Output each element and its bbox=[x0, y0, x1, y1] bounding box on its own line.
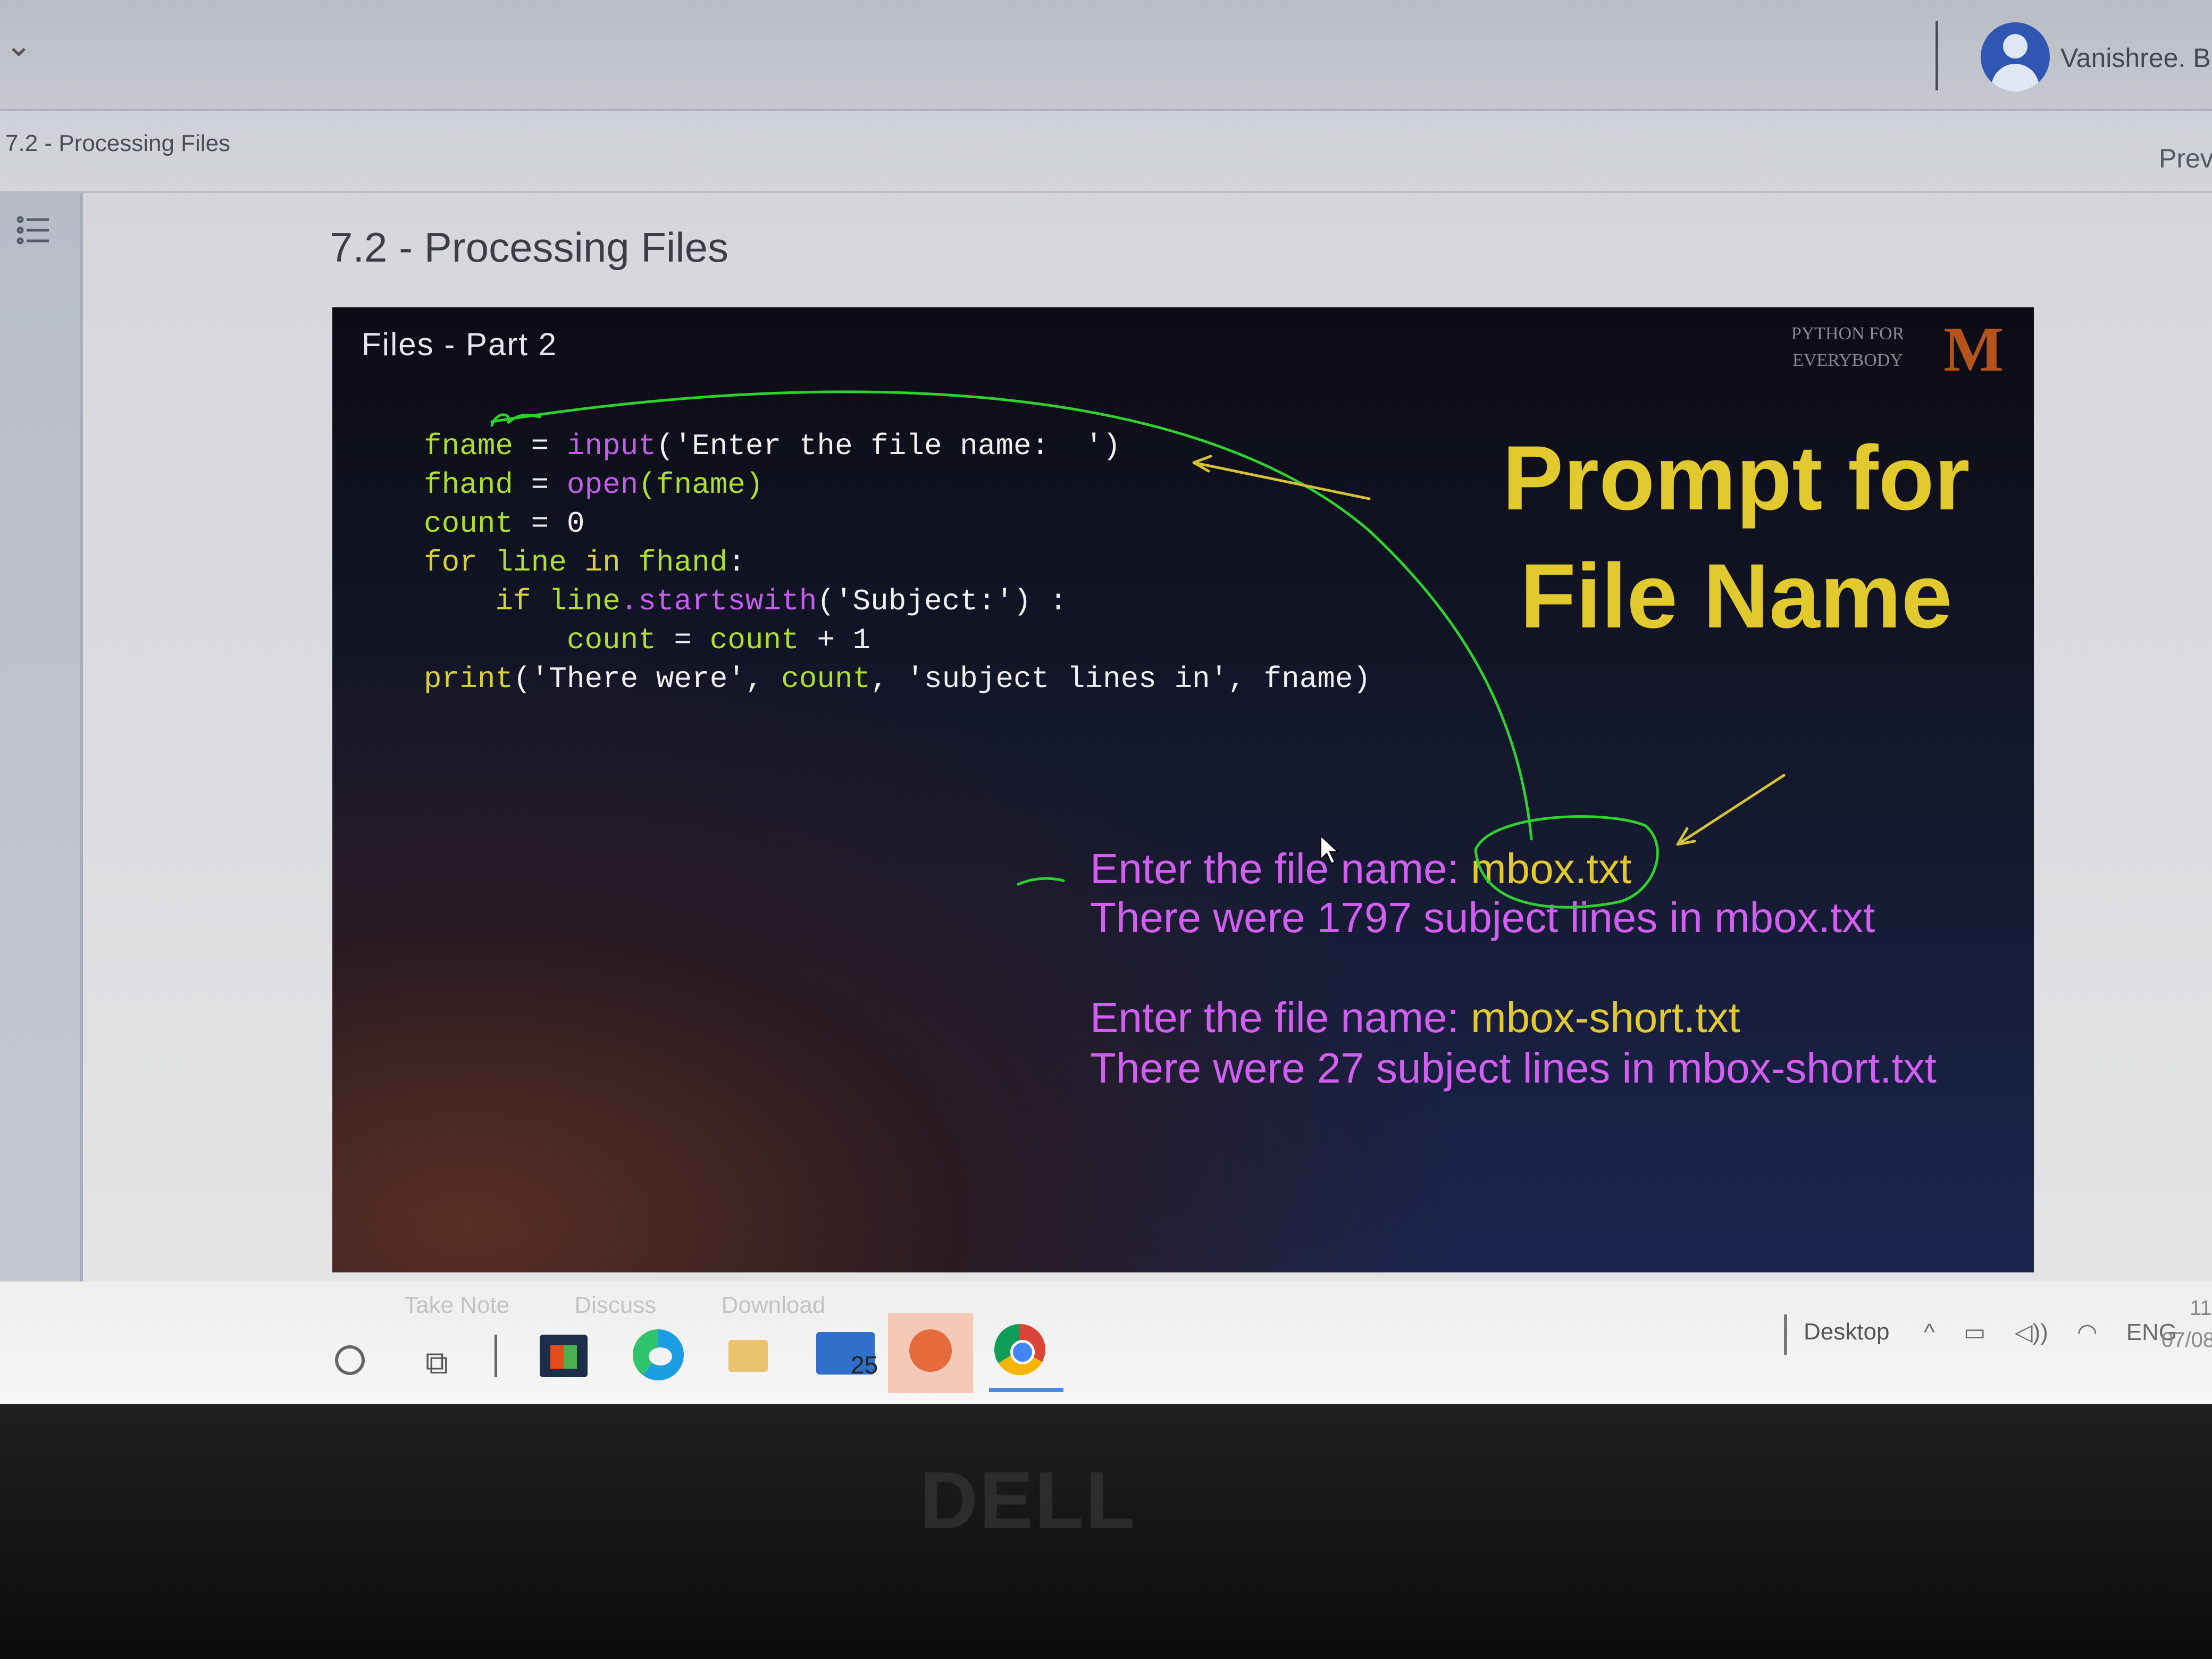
store-icon[interactable] bbox=[540, 1335, 588, 1377]
yellow-arrow-output bbox=[1676, 774, 1786, 846]
user-avatar[interactable] bbox=[1981, 22, 2050, 91]
battery-icon[interactable]: ▭ bbox=[1964, 1319, 1986, 1345]
green-circle bbox=[1474, 815, 1659, 909]
mail-badge: 25 bbox=[851, 1351, 878, 1379]
task-view-icon[interactable]: ⧉ bbox=[425, 1344, 448, 1381]
breadcrumb-bar: 7.2 - Processing Files Prev bbox=[0, 111, 2212, 193]
lecture-slide[interactable]: Files - Part 2 PYTHON FOR EVERYBODY M fn… bbox=[332, 307, 2034, 1272]
green-dash bbox=[1017, 877, 1065, 886]
chrome-icon[interactable] bbox=[994, 1324, 1045, 1375]
top-bar: ⌄ Vanishree. Bi bbox=[0, 0, 2212, 111]
edge-browser-icon[interactable] bbox=[633, 1329, 684, 1380]
active-app-indicator bbox=[989, 1388, 1063, 1392]
divider bbox=[1936, 21, 1938, 90]
discuss-link[interactable]: Discuss bbox=[574, 1292, 656, 1318]
chevron-down-icon[interactable]: ⌄ bbox=[5, 27, 32, 64]
taskbar: Take Note Discuss Download ⧉ 25 Desktop … bbox=[0, 1281, 2212, 1404]
clock-time[interactable]: 11 bbox=[2190, 1296, 2212, 1320]
faded-lesson-actions: Take Note Discuss Download bbox=[404, 1292, 884, 1319]
laptop-bezel: DELL bbox=[0, 1404, 2212, 1659]
chevron-up-icon[interactable]: ^ bbox=[1924, 1319, 1935, 1345]
take-note-link[interactable]: Take Note bbox=[404, 1292, 509, 1318]
divider bbox=[495, 1335, 497, 1377]
divider bbox=[1784, 1314, 1787, 1355]
laptop-logo: DELL bbox=[920, 1455, 1137, 1545]
shield-app-icon[interactable] bbox=[888, 1313, 973, 1393]
mouse-cursor-icon bbox=[1320, 834, 1339, 865]
course-sidebar bbox=[0, 193, 83, 1336]
download-link[interactable]: Download bbox=[722, 1292, 826, 1318]
clock-date[interactable]: 07/08 bbox=[2161, 1328, 2212, 1352]
laptop-screen: ⌄ Vanishree. Bi 7.2 - Processing Files P… bbox=[0, 0, 2212, 1404]
page-title: 7.2 - Processing Files bbox=[330, 224, 728, 271]
desktop-toolbar[interactable]: Desktop bbox=[1804, 1319, 1889, 1345]
volume-icon[interactable]: ◁)) bbox=[2015, 1319, 2048, 1345]
pen-annotation bbox=[490, 390, 1786, 909]
system-tray: ^ ▭ ◁)) ◠ ENG bbox=[1924, 1319, 2199, 1346]
file-explorer-icon[interactable] bbox=[728, 1340, 768, 1372]
yellow-arrow-code bbox=[1192, 455, 1371, 500]
breadcrumb[interactable]: 7.2 - Processing Files bbox=[5, 130, 230, 157]
user-name[interactable]: Vanishree. Bi bbox=[2060, 43, 2212, 73]
wifi-icon[interactable]: ◠ bbox=[2077, 1319, 2097, 1345]
green-arc-stroke bbox=[490, 390, 1533, 841]
list-icon[interactable] bbox=[16, 214, 53, 252]
prev-button[interactable]: Prev bbox=[2159, 143, 2212, 174]
search-circle-icon[interactable] bbox=[335, 1345, 365, 1375]
